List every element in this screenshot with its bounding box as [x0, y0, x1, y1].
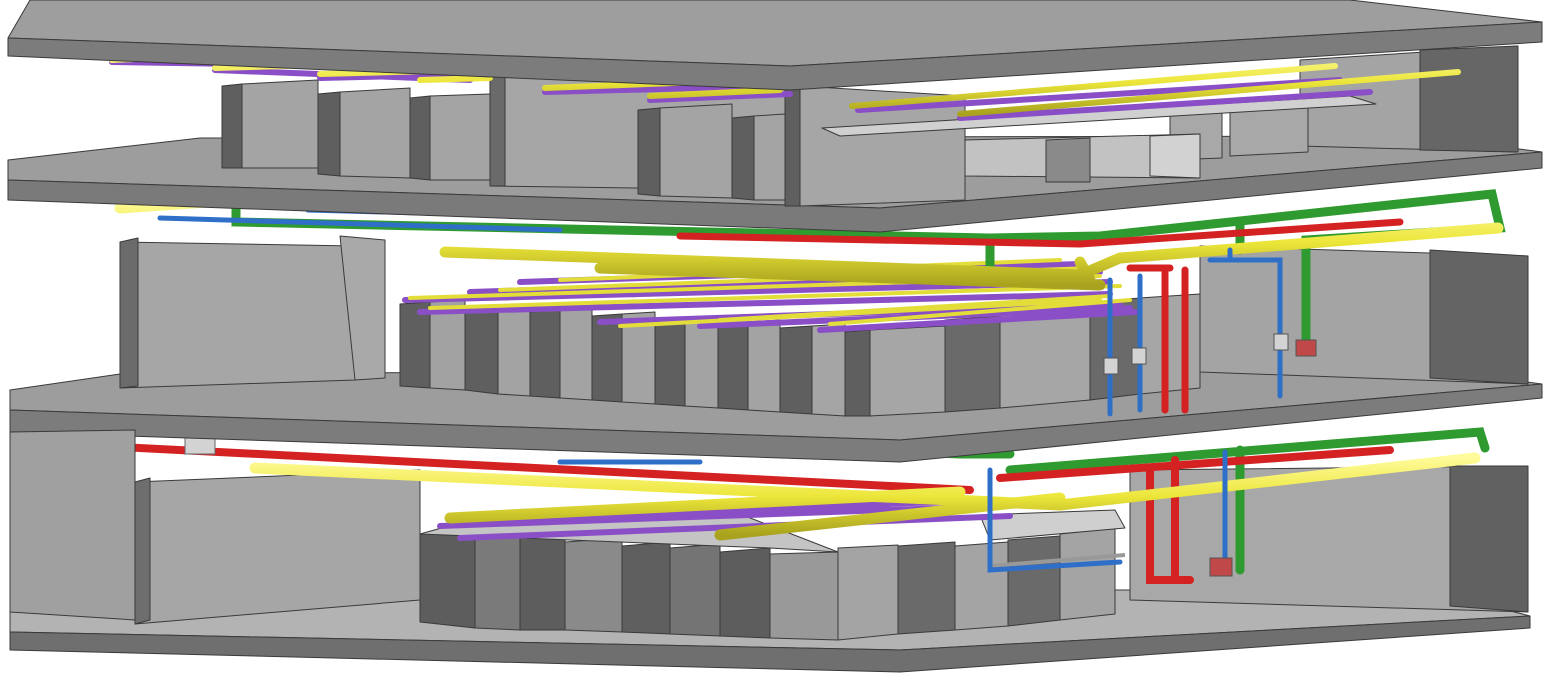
rack: [954, 541, 1009, 631]
rack: [621, 541, 671, 635]
rack: [837, 544, 899, 641]
rack: [897, 541, 956, 635]
level-3-right-wall-dark: [1419, 45, 1519, 153]
junction-box: [1295, 339, 1317, 357]
rack: [944, 315, 1001, 413]
rack: [429, 93, 491, 181]
rack: [339, 87, 411, 179]
junction-box: [1131, 347, 1147, 365]
rack: [769, 551, 839, 641]
rack: [464, 307, 499, 395]
air-duct-elbow: [1149, 133, 1201, 179]
rack: [659, 103, 733, 199]
rack: [409, 95, 431, 181]
level-3-ductwork: [964, 133, 1201, 183]
rack: [317, 91, 341, 177]
rack: [747, 319, 781, 413]
junction-box: [1103, 357, 1119, 375]
rack: [731, 115, 755, 201]
rack: [399, 301, 431, 389]
rack: [419, 529, 476, 629]
rack: [1007, 535, 1061, 627]
rack: [684, 315, 719, 409]
junction-box: [1273, 333, 1289, 351]
isometric-mep-model: [7, 0, 1543, 673]
level-2-right-wall-dark: [1429, 249, 1529, 385]
rack: [844, 329, 871, 417]
rack: [717, 321, 749, 411]
rack: [519, 533, 566, 631]
rack: [497, 305, 531, 397]
rack: [241, 79, 319, 169]
rack: [529, 309, 561, 399]
rack: [474, 525, 521, 631]
rack: [1139, 293, 1201, 395]
junction-box: [1209, 557, 1233, 577]
rack: [221, 83, 243, 169]
level-2-left-wall: [119, 241, 356, 389]
level-3-center-wall-side: [489, 65, 506, 187]
level-1-left-wall-face: [134, 469, 421, 625]
level-1-right-wall-dark: [1449, 465, 1529, 613]
rack: [669, 543, 721, 637]
rack: [1059, 527, 1116, 621]
rack: [784, 85, 801, 207]
rack: [564, 537, 623, 633]
rack: [591, 313, 623, 403]
rack: [637, 107, 661, 197]
rack: [559, 307, 593, 401]
rack: [753, 113, 786, 201]
rack: [654, 317, 686, 407]
air-duct-band: [1045, 137, 1091, 183]
level-2-left-wall-side: [119, 237, 139, 389]
rack: [999, 307, 1091, 409]
level-1-left-wall-side: [134, 477, 151, 625]
rack: [719, 547, 771, 639]
rack: [811, 323, 846, 417]
rack: [779, 325, 813, 415]
rack: [869, 325, 946, 417]
level-1-left-end-wall: [9, 429, 136, 621]
